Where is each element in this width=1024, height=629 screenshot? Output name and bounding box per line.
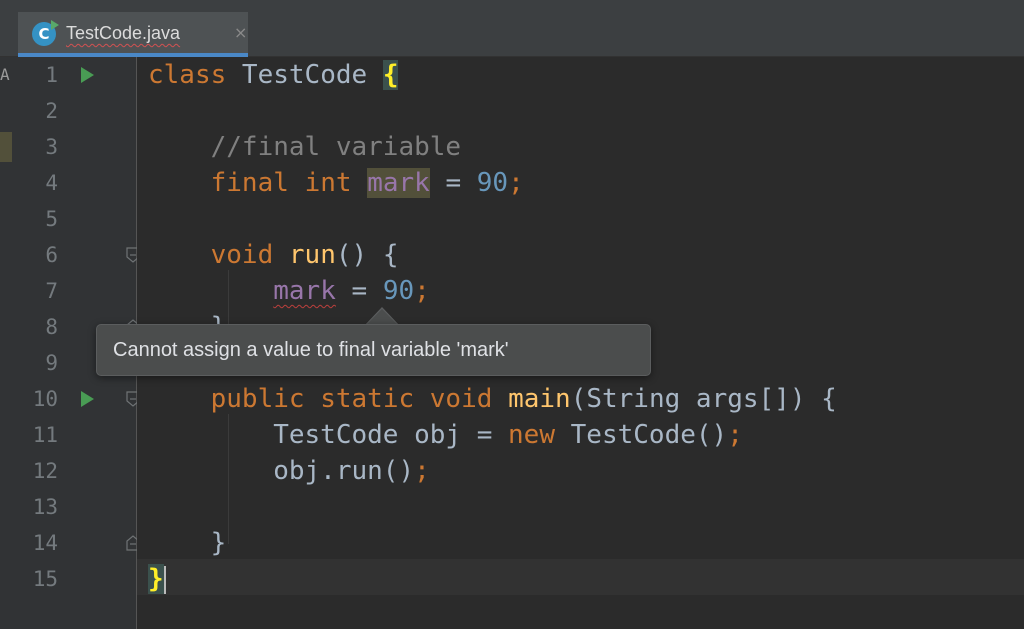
run-main-icon[interactable] (81, 391, 94, 407)
code-line-7[interactable]: mark = 90; (148, 273, 430, 309)
line-number: 1 (12, 57, 58, 93)
tab-testcode-java[interactable]: C TestCode.java × (18, 12, 248, 57)
line-number: 6 (12, 237, 58, 273)
line-number: 9 (12, 345, 58, 381)
close-tab-icon[interactable]: × (234, 23, 247, 42)
line-number: 13 (12, 489, 58, 525)
line-number: 10 (12, 381, 58, 417)
left-strip-letter: A (0, 65, 10, 84)
run-class-icon[interactable] (81, 67, 94, 83)
code-line-3[interactable]: //final variable (148, 129, 461, 165)
line-number: 14 (12, 525, 58, 561)
text-caret (164, 566, 166, 594)
java-class-icon: C (32, 22, 56, 46)
tooltip-pointer-fill (366, 309, 398, 325)
line-number: 4 (12, 165, 58, 201)
line-number: 15 (12, 561, 58, 597)
editor-tab-bar: C TestCode.java × (0, 0, 1024, 57)
code-line-15[interactable]: } (148, 561, 166, 597)
line-number: 7 (12, 273, 58, 309)
current-line-highlight (137, 559, 1024, 595)
left-strip-highlight (0, 132, 12, 162)
code-line-4[interactable]: final int mark = 90; (148, 165, 524, 201)
line-number: 2 (12, 93, 58, 129)
line-number: 8 (12, 309, 58, 345)
code-line-14[interactable]: } (148, 525, 226, 561)
code-line-10[interactable]: public static void main(String args[]) { (148, 381, 837, 417)
error-tooltip: Cannot assign a value to final variable … (96, 324, 651, 376)
left-tool-strip: A (0, 57, 12, 629)
tab-label: TestCode.java (66, 23, 180, 44)
code-line-12[interactable]: obj.run(); (148, 453, 430, 489)
line-number: 3 (12, 129, 58, 165)
runnable-badge-icon (51, 20, 59, 30)
code-line-11[interactable]: TestCode obj = new TestCode(); (148, 417, 743, 453)
code-line-6[interactable]: void run() { (148, 237, 399, 273)
line-number: 11 (12, 417, 58, 453)
line-number: 5 (12, 201, 58, 237)
line-number: 12 (12, 453, 58, 489)
code-line-1[interactable]: class TestCode { (148, 57, 398, 93)
